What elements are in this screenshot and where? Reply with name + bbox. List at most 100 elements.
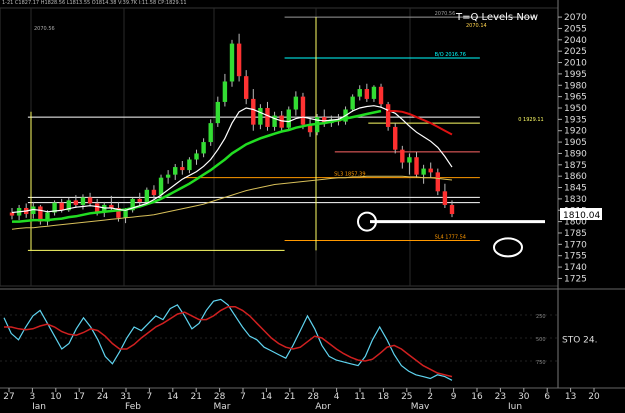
candle-body	[151, 189, 157, 196]
candle-body	[428, 168, 433, 173]
date-tick-label: 24	[97, 392, 109, 402]
price-tick-label: 1725	[564, 274, 587, 284]
level-label: SL4 1777.54	[435, 235, 466, 241]
candle-body	[123, 210, 128, 218]
candle-body	[158, 177, 164, 196]
month-label: Apr	[315, 402, 331, 409]
date-tick-label: 2	[427, 392, 433, 402]
candle-body	[286, 109, 291, 128]
candle-body	[265, 107, 270, 127]
month-label: Jan	[31, 402, 46, 409]
candle-body	[364, 89, 370, 99]
price-tick-label: 2055	[564, 24, 587, 34]
date-tick-label: 10	[50, 392, 62, 402]
candle-body	[435, 172, 441, 192]
osc-tick-label: 500	[536, 337, 546, 343]
candle-body	[9, 212, 15, 216]
price-tick-label: 1845	[564, 184, 587, 194]
price-tick-label: 2040	[564, 36, 587, 46]
date-tick-label: 20	[588, 392, 600, 402]
date-tick-label: 23	[495, 392, 506, 402]
candle-body	[165, 174, 171, 178]
level-label: 0 1929.11	[518, 117, 543, 123]
candle-body	[144, 189, 150, 202]
price-tick-label: 1890	[564, 149, 587, 159]
candle-body	[407, 157, 412, 163]
candle-body	[80, 197, 86, 205]
level-label: B/O 2016.76	[435, 52, 466, 58]
candle-body	[201, 142, 206, 154]
candle-body	[293, 96, 299, 110]
price-tick-label: 1995	[564, 70, 587, 80]
month-label: Feb	[125, 402, 141, 409]
osc-label: STO 24.	[562, 336, 597, 346]
date-tick-label: 28	[307, 392, 319, 402]
price-tick-label: 1950	[564, 104, 587, 114]
month-label: Mar	[214, 402, 231, 409]
candle-body	[371, 86, 377, 99]
candle-body	[393, 126, 398, 150]
last-price-label: 1810.04	[563, 211, 600, 221]
price-tick-label: 1920	[564, 127, 587, 137]
price-tick-label: 2025	[564, 47, 587, 57]
candle-body	[414, 157, 419, 175]
candle-body	[187, 159, 192, 171]
price-panel-frame	[0, 7, 559, 287]
candle-body	[350, 96, 355, 110]
price-tick-label: 1785	[564, 229, 587, 239]
date-tick-label: 31	[120, 392, 131, 402]
price-tick-label: 1905	[564, 138, 587, 148]
osc-tick-label: 750	[536, 360, 546, 366]
candle-body	[421, 168, 426, 175]
date-tick-label: 25	[401, 392, 412, 402]
price-tick-label: 1980	[564, 81, 587, 91]
month-label: May	[411, 402, 430, 409]
price-tick-label: 1935	[564, 115, 587, 125]
candle-body	[73, 200, 79, 205]
date-tick-label: 7	[240, 392, 246, 402]
chart-title: T=Q Levels Now	[456, 12, 539, 23]
candle-body	[215, 101, 221, 124]
candle-body	[208, 123, 213, 143]
stoch-d-line	[4, 305, 453, 378]
stoch-k-line	[3, 298, 453, 381]
candle-body	[449, 204, 455, 215]
date-tick-label: 16	[471, 392, 483, 402]
osc-tick-label: 250	[536, 314, 546, 320]
candle-body	[385, 104, 391, 127]
date-tick-label: 14	[167, 392, 179, 402]
date-tick-label: 14	[261, 392, 273, 402]
date-tick-label: 21	[190, 392, 201, 402]
date-tick-label: 4	[334, 392, 340, 402]
date-tick-label: 21	[284, 392, 295, 402]
date-tick-label: 27	[3, 392, 14, 402]
candle-body	[442, 191, 448, 205]
candle-body	[194, 153, 199, 160]
target-ellipse	[493, 237, 523, 258]
price-tick-label: 2070	[564, 13, 587, 23]
header-sub: 2070.56	[34, 26, 55, 32]
candle-body	[87, 197, 93, 204]
price-tick-label: 1860	[564, 172, 587, 182]
chart-stage: 2070.56 B/O 2016.76 0 1929.11 SL3 1857.39 SL…	[0, 0, 625, 412]
price-chart-svg: 2070.56B/O 2016.760 1929.11SL3 1857.39SL…	[0, 0, 625, 412]
date-tick-label: 3	[30, 392, 36, 402]
date-tick-label: 9	[451, 392, 457, 402]
candle-body	[180, 167, 185, 171]
candle-body	[251, 98, 256, 125]
candle-body	[173, 167, 178, 175]
candle-body	[258, 107, 263, 125]
price-tick-label: 1770	[564, 240, 587, 250]
candle-body	[272, 115, 277, 127]
candle-body	[222, 81, 228, 102]
date-tick-label: 13	[565, 392, 576, 402]
price-tick-label: 1830	[564, 195, 587, 205]
level-label: 2070.56	[435, 11, 456, 17]
candle-body	[357, 89, 362, 97]
candle-body	[378, 86, 384, 105]
candle-body	[243, 76, 249, 99]
candle-body	[400, 149, 405, 163]
price-tick-label: 1965	[564, 93, 587, 103]
month-label: Jun	[507, 402, 522, 409]
price-tick-label: 1740	[564, 263, 587, 273]
